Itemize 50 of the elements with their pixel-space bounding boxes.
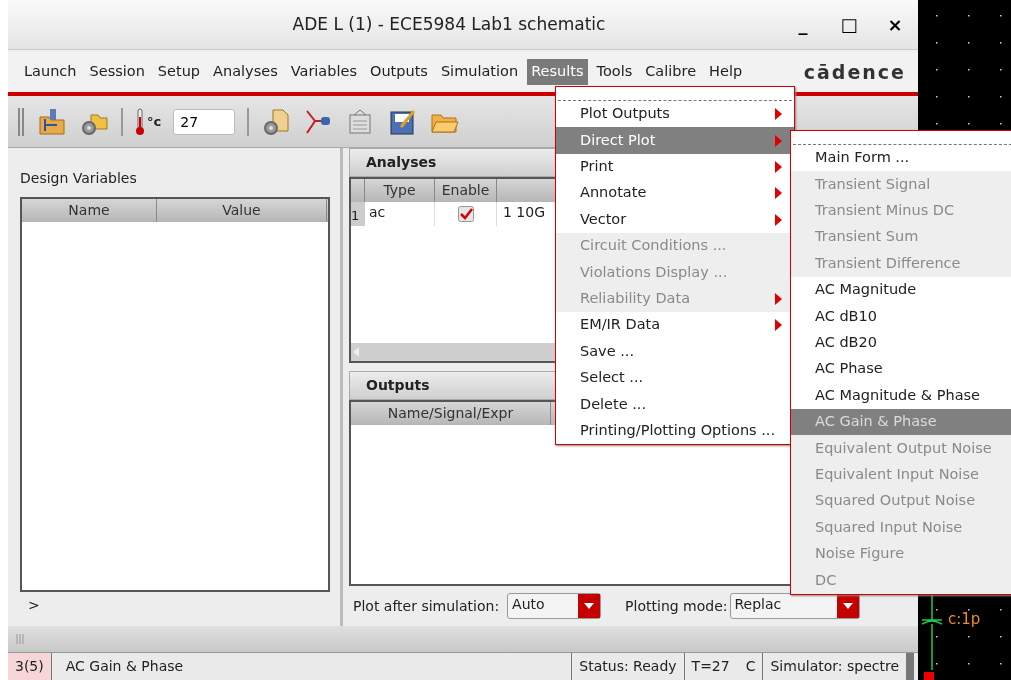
panel-title: Design Variables — [20, 169, 138, 188]
column-header: Value — [157, 199, 327, 222]
dropdown[interactable]: Replac — [729, 593, 860, 619]
status-message: AC Gain & Phase — [51, 653, 573, 680]
column-header: Name — [22, 199, 157, 222]
menu-item[interactable]: Analyses — [209, 59, 282, 85]
column-header: Name/Signal/Expr — [351, 402, 551, 425]
field-label: Plotting mode: — [625, 596, 728, 616]
thermometer-icon — [135, 106, 145, 137]
folder-schematic-icon[interactable] — [37, 106, 67, 137]
table-cell: ac — [365, 202, 435, 226]
maximize-button[interactable]: □ — [826, 10, 872, 39]
pin-marker — [924, 672, 934, 680]
checkbox[interactable] — [457, 206, 474, 222]
menu-item[interactable]: Launch — [20, 59, 81, 85]
row-number: 1 — [351, 202, 365, 226]
close-button[interactable]: × — [872, 10, 918, 39]
scroll-left-icon — [351, 345, 361, 359]
table-cell-text: 1 10G — [502, 203, 546, 222]
unit-text: C — [745, 657, 756, 676]
caret-icon — [842, 603, 853, 609]
menu-item[interactable]: Outputs — [365, 59, 432, 85]
component-label: c:1p — [948, 609, 981, 630]
column-header: Type — [365, 179, 435, 202]
status-text: Status: Ready — [572, 653, 685, 680]
menu-item[interactable]: Plot Outputs — [556, 101, 794, 128]
temperature-unit-label: °c — [147, 112, 162, 131]
menu-item[interactable]: Variables — [286, 59, 361, 85]
menu-item[interactable]: Direct Plot — [556, 127, 794, 154]
toolbar-grip-icon — [18, 107, 25, 136]
menu-item[interactable]: Setup — [153, 59, 205, 85]
column-header: Enable — [435, 179, 497, 202]
history-count: 3(5) — [8, 653, 52, 680]
menu-item[interactable]: Simulation — [436, 59, 523, 85]
menu-item[interactable]: Session — [85, 59, 149, 85]
expand-toggle[interactable]: > — [28, 594, 40, 616]
temperature-text: T=27 — [691, 657, 730, 676]
brand-logo: cādence — [803, 59, 906, 85]
menu-item[interactable]: Calibre — [641, 59, 701, 85]
temperature-field[interactable]: 27 — [173, 108, 236, 135]
caret-icon — [584, 603, 595, 609]
window-title: ADE L (1) - ECE5984 Lab1 schematic — [292, 13, 606, 34]
menu-item[interactable]: Help — [705, 59, 747, 85]
dropdown[interactable]: Auto — [507, 593, 602, 619]
minimize-button[interactable]: _ — [780, 10, 826, 39]
field-label: Plot after simulation: — [353, 596, 500, 616]
gear-document-icon[interactable] — [261, 106, 292, 137]
resize-grip-icon — [16, 634, 24, 644]
menu-item[interactable]: Tools — [592, 59, 637, 85]
menu-item[interactable]: Results — [527, 59, 588, 85]
